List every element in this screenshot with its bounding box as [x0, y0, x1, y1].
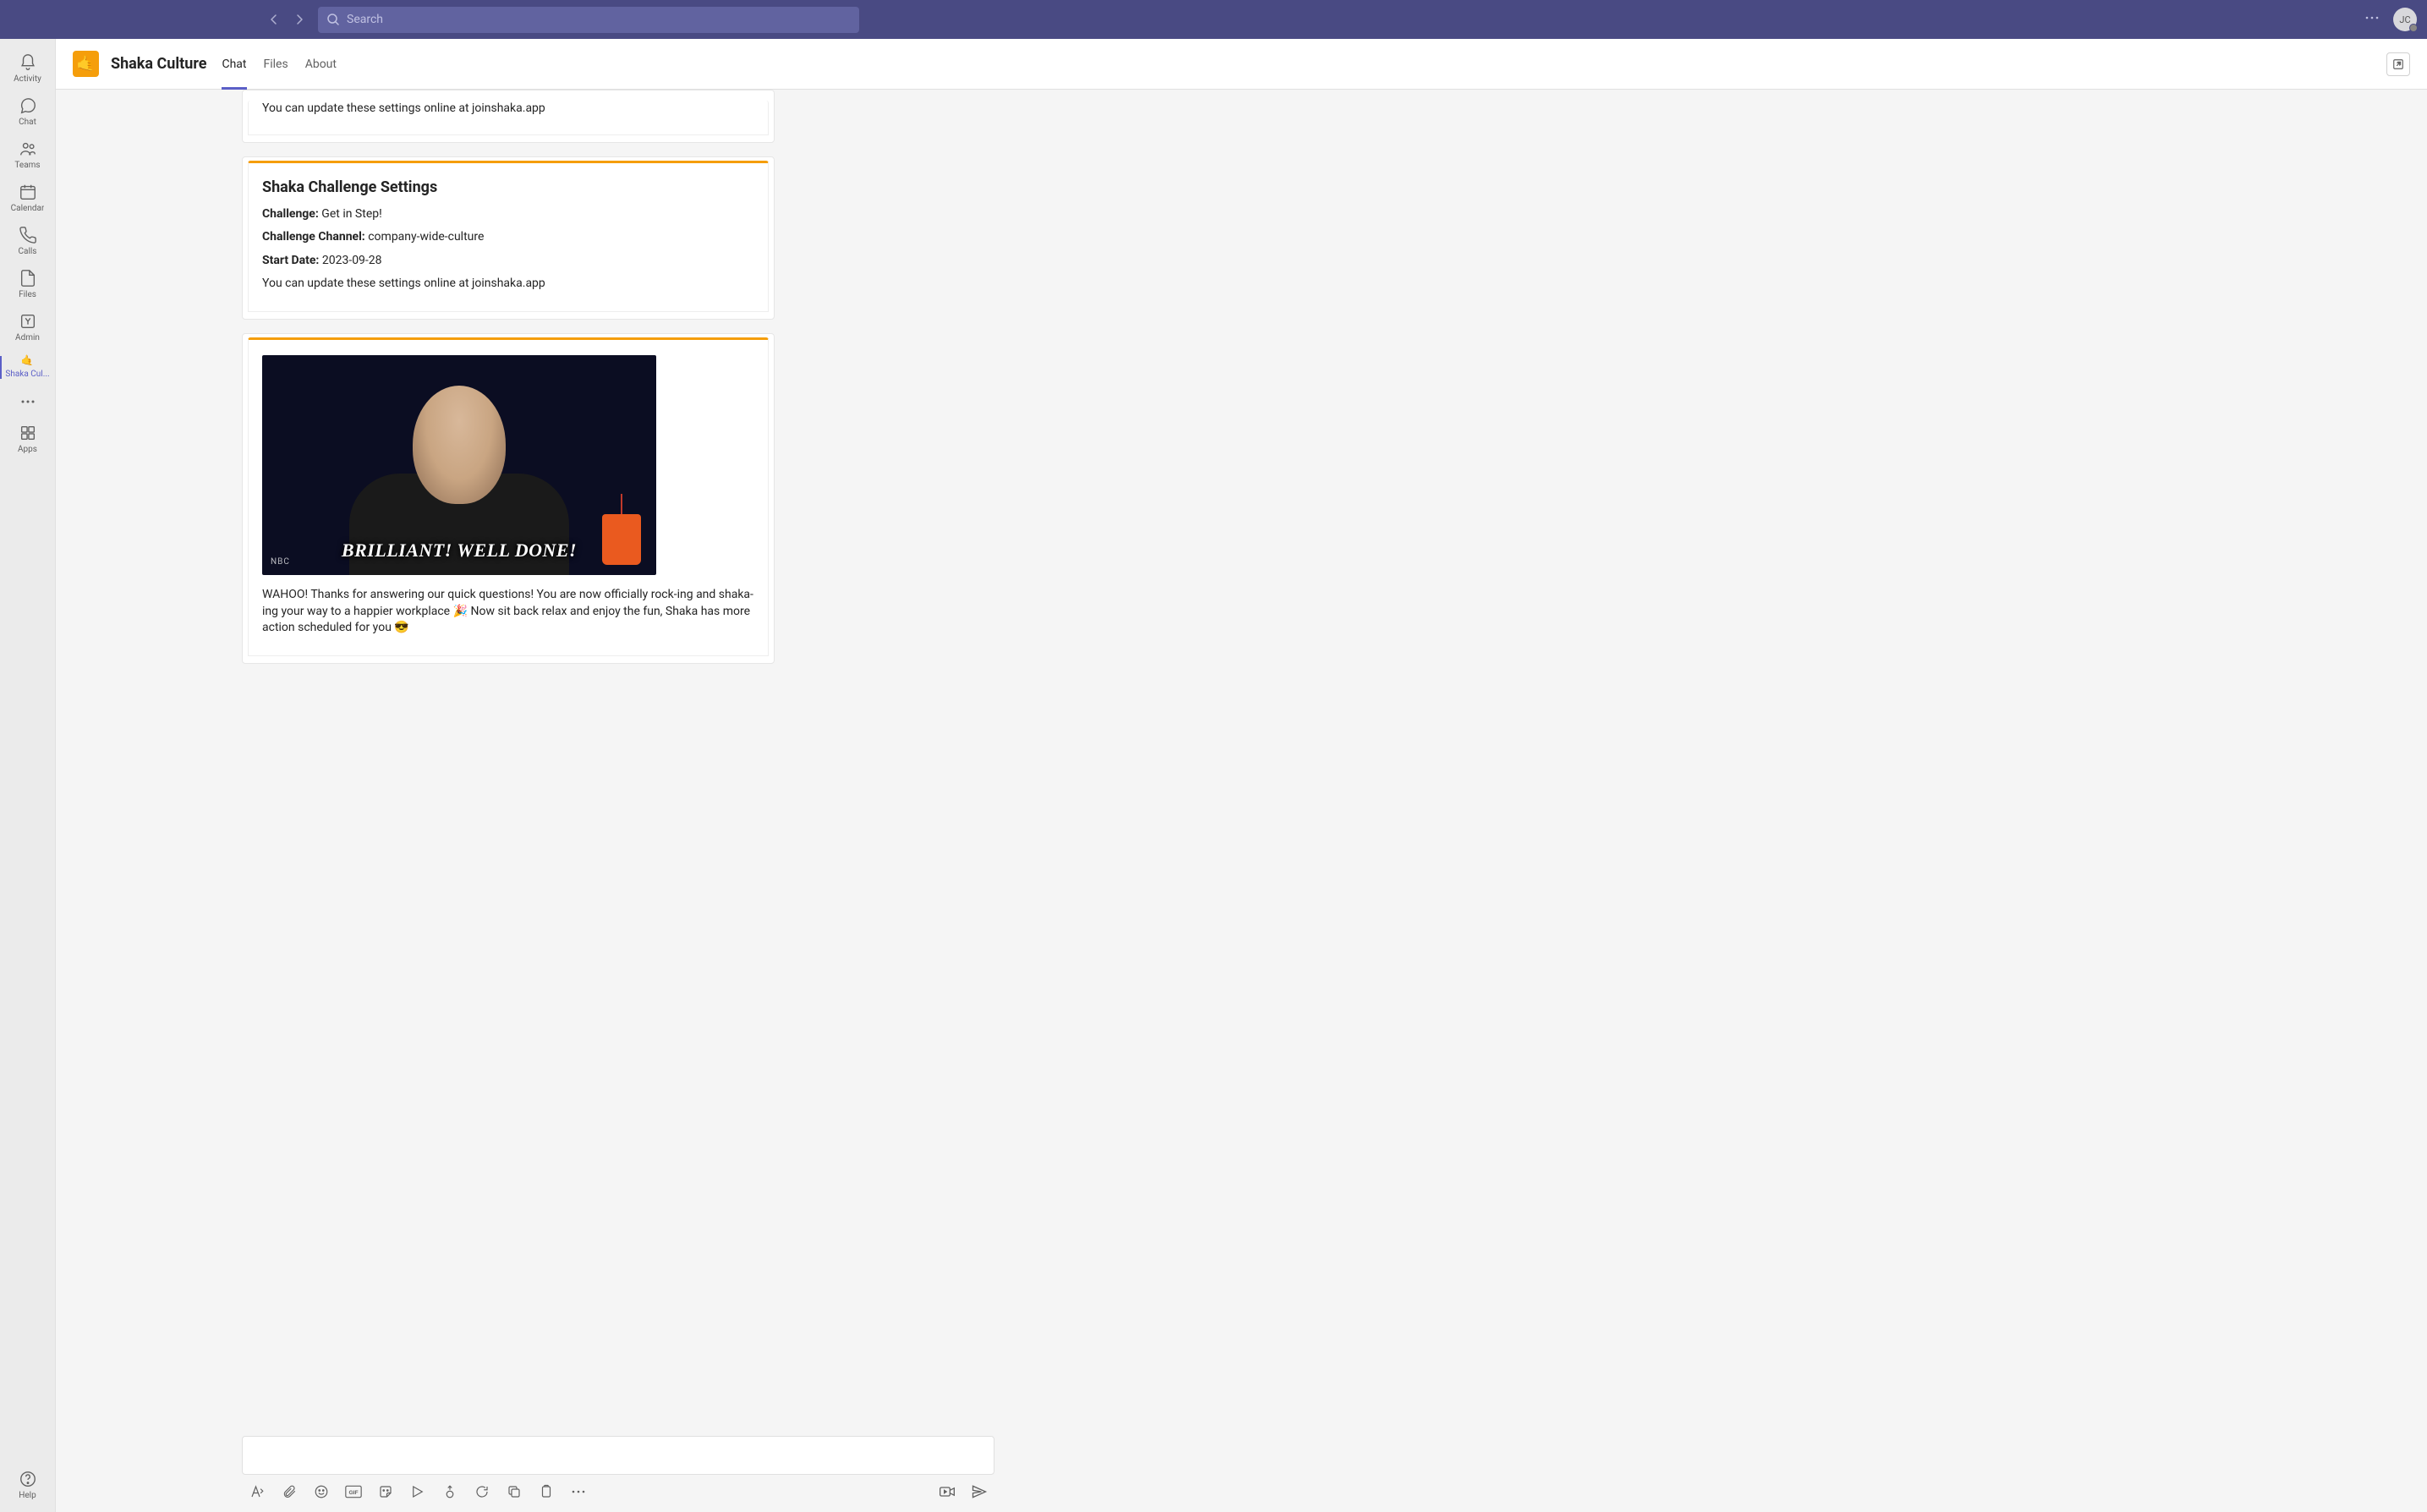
bell-icon [18, 52, 38, 73]
avatar-initials: JC [2399, 14, 2410, 25]
emoji-icon[interactable] [313, 1483, 330, 1500]
sticker-icon[interactable] [377, 1483, 394, 1500]
gif-caption: BRILLIANT! WELL DONE! [262, 540, 656, 562]
rail-activity[interactable]: Activity [0, 47, 56, 90]
rail-label: Calendar [11, 204, 45, 213]
challenge-label: Challenge: [262, 207, 319, 221]
presence-indicator [2409, 24, 2418, 32]
attach-icon[interactable] [281, 1483, 298, 1500]
main-area: 🤙 Shaka Culture Chat Files About You can… [56, 39, 2427, 1512]
rail-label: Apps [18, 445, 37, 454]
more-options-button[interactable] [2364, 10, 2380, 29]
file-icon [18, 268, 38, 288]
challenge-value: Get in Step! [319, 207, 382, 221]
card-text: You can update these settings online at … [262, 101, 754, 118]
app-rail: Activity Chat Teams Calendar Calls Files [0, 39, 56, 1512]
messages-list[interactable]: You can update these settings online at … [56, 90, 2427, 1436]
titlebar: Search JC [0, 0, 2427, 39]
channel-label: Challenge Channel: [262, 230, 365, 244]
help-icon [18, 1469, 38, 1489]
shaka-icon: 🤙 [21, 354, 35, 368]
rail-label: Shaka Cul... [5, 370, 49, 379]
approvals-icon[interactable] [441, 1483, 458, 1500]
tab-files[interactable]: Files [264, 39, 288, 90]
app-tile-icon: 🤙 [73, 51, 99, 77]
search-placeholder: Search [347, 13, 383, 26]
compose-toolbar: GIF [242, 1475, 994, 1504]
page-title: Shaka Culture [111, 55, 206, 73]
search-icon [326, 13, 340, 26]
rail-shaka-culture[interactable]: 🤙 Shaka Cul... [0, 349, 56, 386]
tab-about[interactable]: About [305, 39, 337, 90]
rail-calls[interactable]: Calls [0, 220, 56, 263]
rail-chat[interactable]: Chat [0, 90, 56, 134]
rail-teams[interactable]: Teams [0, 134, 56, 177]
phone-icon [18, 225, 38, 245]
channel-value: company-wide-culture [365, 230, 485, 244]
startdate-value: 2023-09-28 [319, 254, 381, 267]
content-header: 🤙 Shaka Culture Chat Files About [56, 39, 2427, 90]
nav-back-button[interactable] [264, 9, 284, 30]
rail-label: Admin [15, 333, 40, 342]
avatar[interactable]: JC [2393, 8, 2417, 31]
rail-label: Files [19, 290, 36, 299]
card-title: Shaka Challenge Settings [262, 178, 754, 196]
apps-icon [18, 423, 38, 443]
search-input[interactable]: Search [318, 7, 859, 33]
send-button[interactable] [971, 1483, 988, 1500]
rail-help[interactable]: Help [0, 1464, 56, 1507]
startdate-label: Start Date: [262, 254, 319, 267]
message-card-gif: NBC BRILLIANT! WELL DONE! WAHOO! Thanks … [248, 337, 769, 656]
video-clip-icon[interactable] [939, 1483, 956, 1500]
rail-label: Chat [19, 118, 36, 127]
chat-icon [18, 96, 38, 116]
rail-label: Calls [19, 247, 37, 256]
card-footer: You can update these settings online at … [262, 276, 754, 293]
gif-icon[interactable]: GIF [345, 1483, 362, 1500]
rail-label: Help [19, 1491, 36, 1500]
rail-label: Activity [14, 74, 41, 84]
message-card-settings: Shaka Challenge Settings Challenge: Get … [248, 161, 769, 312]
svg-text:GIF: GIF [348, 1490, 358, 1496]
format-icon[interactable] [249, 1483, 266, 1500]
calendar-icon [18, 182, 38, 202]
nav-forward-button[interactable] [289, 9, 310, 30]
rail-apps[interactable]: Apps [0, 418, 56, 461]
rail-admin[interactable]: Admin [0, 306, 56, 349]
card-body: WAHOO! Thanks for answering our quick qu… [262, 587, 754, 637]
message-card-peek: You can update these settings online at … [248, 101, 769, 135]
more-actions-icon[interactable] [570, 1483, 587, 1500]
rail-more-button[interactable] [0, 386, 56, 418]
rail-calendar[interactable]: Calendar [0, 177, 56, 220]
compose-input[interactable] [242, 1436, 994, 1475]
admin-icon [18, 311, 38, 331]
teams-icon [18, 139, 38, 159]
rail-files[interactable]: Files [0, 263, 56, 306]
reaction-gif: NBC BRILLIANT! WELL DONE! [262, 355, 656, 575]
popout-button[interactable] [2386, 52, 2410, 76]
priority-icon[interactable] [409, 1483, 426, 1500]
tab-chat[interactable]: Chat [222, 39, 246, 90]
rail-label: Teams [14, 161, 40, 170]
loop-icon[interactable] [474, 1483, 490, 1500]
clipboard-icon[interactable] [538, 1483, 555, 1500]
duplicate-icon[interactable] [506, 1483, 523, 1500]
